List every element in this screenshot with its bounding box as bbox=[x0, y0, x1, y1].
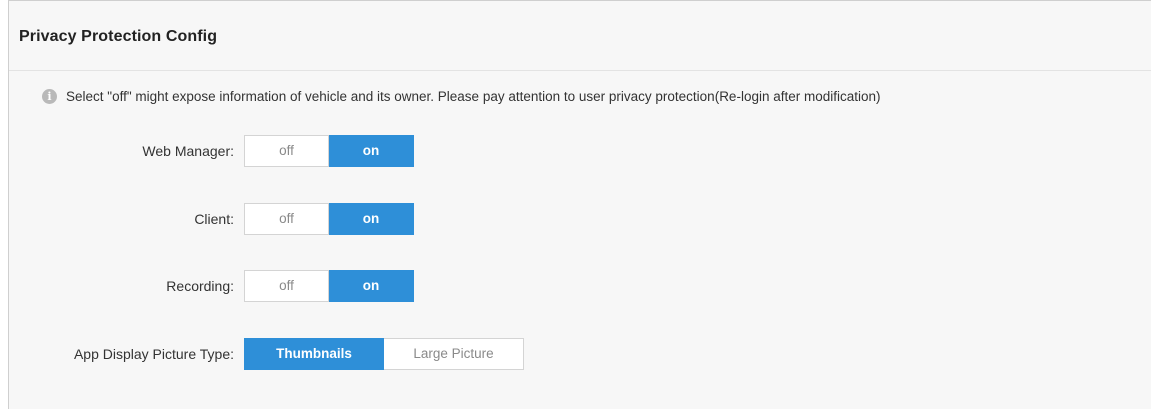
privacy-config-panel: Privacy Protection Config i Select "off"… bbox=[8, 0, 1151, 409]
privacy-notice-text: Select "off" might expose information of… bbox=[66, 89, 881, 104]
web-manager-label: Web Manager: bbox=[142, 143, 234, 159]
panel-header: Privacy Protection Config bbox=[9, 1, 1151, 71]
client-on-option[interactable]: on bbox=[329, 203, 414, 235]
privacy-notice: i Select "off" might expose information … bbox=[42, 89, 881, 104]
setting-row-web-manager: Web Manager: off on bbox=[9, 135, 709, 167]
app-display-picture-type-toggle[interactable]: Thumbnails Large Picture bbox=[244, 338, 524, 370]
recording-label: Recording: bbox=[166, 278, 234, 294]
client-off-option[interactable]: off bbox=[244, 203, 329, 235]
recording-off-option[interactable]: off bbox=[244, 270, 329, 302]
app-display-picture-type-label: App Display Picture Type: bbox=[73, 346, 234, 362]
web-manager-on-option[interactable]: on bbox=[329, 135, 414, 167]
setting-row-app-display-picture-type: App Display Picture Type: Thumbnails Lar… bbox=[9, 338, 709, 370]
info-icon: i bbox=[42, 89, 57, 104]
setting-row-client: Client: off on bbox=[9, 203, 709, 235]
client-toggle[interactable]: off on bbox=[244, 203, 414, 235]
large-picture-option[interactable]: Large Picture bbox=[384, 338, 524, 370]
recording-on-option[interactable]: on bbox=[329, 270, 414, 302]
setting-row-recording: Recording: off on bbox=[9, 270, 709, 302]
web-manager-off-option[interactable]: off bbox=[244, 135, 329, 167]
client-label: Client: bbox=[194, 211, 234, 227]
thumbnails-option[interactable]: Thumbnails bbox=[244, 338, 384, 370]
web-manager-toggle[interactable]: off on bbox=[244, 135, 414, 167]
recording-toggle[interactable]: off on bbox=[244, 270, 414, 302]
panel-title: Privacy Protection Config bbox=[19, 28, 218, 45]
